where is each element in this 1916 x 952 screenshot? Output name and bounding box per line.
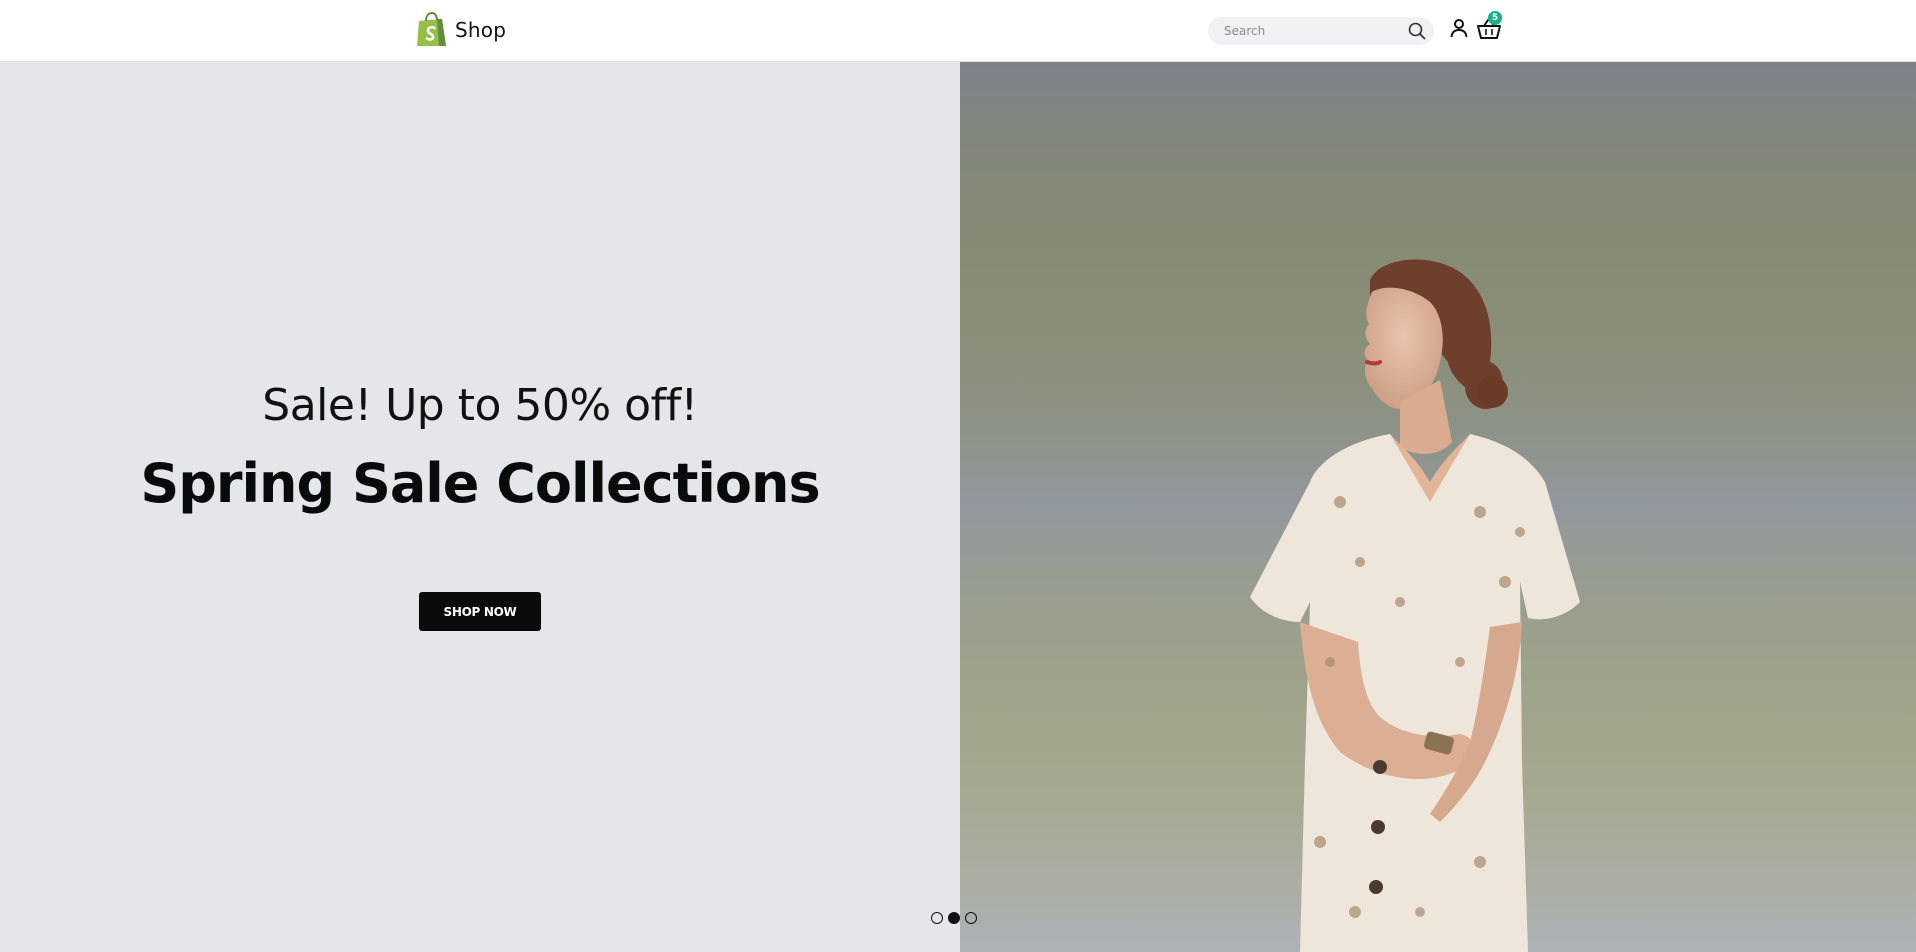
user-icon[interactable] — [1449, 18, 1469, 38]
site-header: Shop 5 — [0, 0, 1916, 62]
search-bar — [1208, 17, 1434, 45]
carousel-dot-1[interactable] — [931, 912, 943, 924]
hero-image — [960, 62, 1916, 952]
shopping-bag-icon — [417, 12, 446, 46]
logo-link[interactable]: Shop — [415, 12, 506, 48]
carousel-dot-2[interactable] — [948, 912, 960, 924]
shop-now-button[interactable]: SHOP NOW — [419, 592, 541, 631]
carousel-indicators — [931, 912, 977, 926]
hero-title: Spring Sale Collections — [140, 452, 820, 515]
carousel-dot-3[interactable] — [965, 912, 977, 924]
model-photo — [960, 62, 1916, 952]
logo-text: Shop — [455, 18, 507, 42]
search-icon[interactable] — [1408, 22, 1426, 40]
search-input[interactable] — [1208, 17, 1414, 45]
cart-count-badge: 5 — [1488, 11, 1502, 25]
hero-subtitle: Sale! Up to 50% off! — [262, 380, 698, 431]
